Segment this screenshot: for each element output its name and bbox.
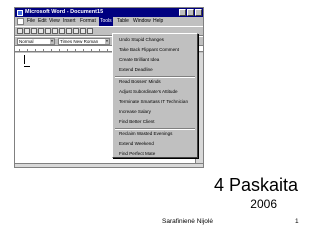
copy-icon[interactable] [66, 28, 72, 34]
new-document-icon[interactable] [17, 28, 23, 34]
menu-item-extend-deadline[interactable]: Extend Deadline [119, 67, 195, 73]
slide-title: 4 Paskaita [213, 175, 298, 195]
spelling-icon[interactable] [52, 28, 58, 34]
paste-icon[interactable] [73, 28, 79, 34]
menu-item-find-better-client[interactable]: Find Better Client [119, 119, 195, 125]
menu-tools[interactable]: Tools [99, 17, 113, 26]
menu-view[interactable]: View [48, 17, 61, 26]
undo-icon[interactable] [87, 28, 93, 34]
style-select[interactable]: Normal ▼ [17, 38, 55, 45]
print-preview-icon[interactable] [45, 28, 51, 34]
window-title: Microsoft Word - Document15 [25, 9, 104, 15]
menu-help[interactable]: Help [152, 17, 164, 26]
menu-item-take-back-flippant-comment[interactable]: Take Back Flippant Comment [119, 47, 195, 53]
menu-table[interactable]: Table [116, 17, 130, 26]
menu-item-create-brilliant-idea[interactable]: Create Brilliant Idea [119, 57, 195, 63]
font-value: Times New Roman [60, 39, 99, 44]
menu-item-find-perfect-mate[interactable]: Find Perfect Mate [119, 151, 195, 157]
menu-format[interactable]: Format [79, 17, 97, 26]
document-icon[interactable] [17, 18, 24, 25]
style-value: Normal [19, 39, 34, 44]
menu-bar: File Edit View Insert Format Tools Table… [15, 17, 203, 26]
menu-file[interactable]: File [26, 17, 36, 26]
save-icon[interactable] [31, 28, 37, 34]
title-bar: Microsoft Word - Document15 [15, 8, 203, 17]
chevron-down-icon[interactable]: ▼ [105, 39, 109, 44]
text-cursor [24, 55, 25, 64]
menu-item-extend-weekend[interactable]: Extend Weekend [119, 141, 195, 147]
menu-item-terminate-it-technician[interactable]: Terminate Smartass IT Technician [119, 99, 195, 105]
window-controls [179, 9, 202, 16]
chevron-down-icon[interactable]: ▼ [50, 39, 54, 44]
menu-item-undo-stupid-changes[interactable]: Undo Stupid Changes [119, 37, 195, 43]
minimize-icon[interactable] [179, 9, 186, 16]
word-window: Microsoft Word - Document15 File Edit Vi… [14, 7, 204, 168]
tools-menu-dropdown: Undo Stupid Changes Take Back Flippant C… [112, 33, 198, 158]
menu-item-reclaim-wasted-evenings[interactable]: Reclaim Wasted Evenings [119, 131, 195, 137]
horizontal-scrollbar[interactable] [15, 163, 203, 167]
print-icon[interactable] [38, 28, 44, 34]
menu-separator [115, 128, 195, 130]
format-painter-icon[interactable] [80, 28, 86, 34]
menu-insert[interactable]: Insert [62, 17, 77, 26]
menu-item-increase-salary[interactable]: Increase Salary [119, 109, 195, 115]
close-icon[interactable] [195, 9, 202, 16]
menu-item-adjust-subordinates-attitude[interactable]: Adjust Subordinate's Attitude [119, 89, 195, 95]
word-logo-icon [17, 9, 23, 16]
slide-year: 2006 [250, 197, 277, 211]
menu-edit[interactable]: Edit [37, 17, 48, 26]
maximize-icon[interactable] [187, 9, 194, 16]
menu-separator [115, 76, 195, 78]
end-of-document-mark [24, 66, 30, 67]
cut-icon[interactable] [59, 28, 65, 34]
menu-item-read-bosses-minds[interactable]: Read Bosses' Minds [119, 79, 195, 85]
menu-window[interactable]: Window [132, 17, 152, 26]
open-folder-icon[interactable] [24, 28, 30, 34]
page-number: 1 [295, 218, 299, 225]
footer-author: Sarafinienė Nijolė [162, 218, 213, 225]
font-select[interactable]: Times New Roman ▼ [58, 38, 110, 45]
